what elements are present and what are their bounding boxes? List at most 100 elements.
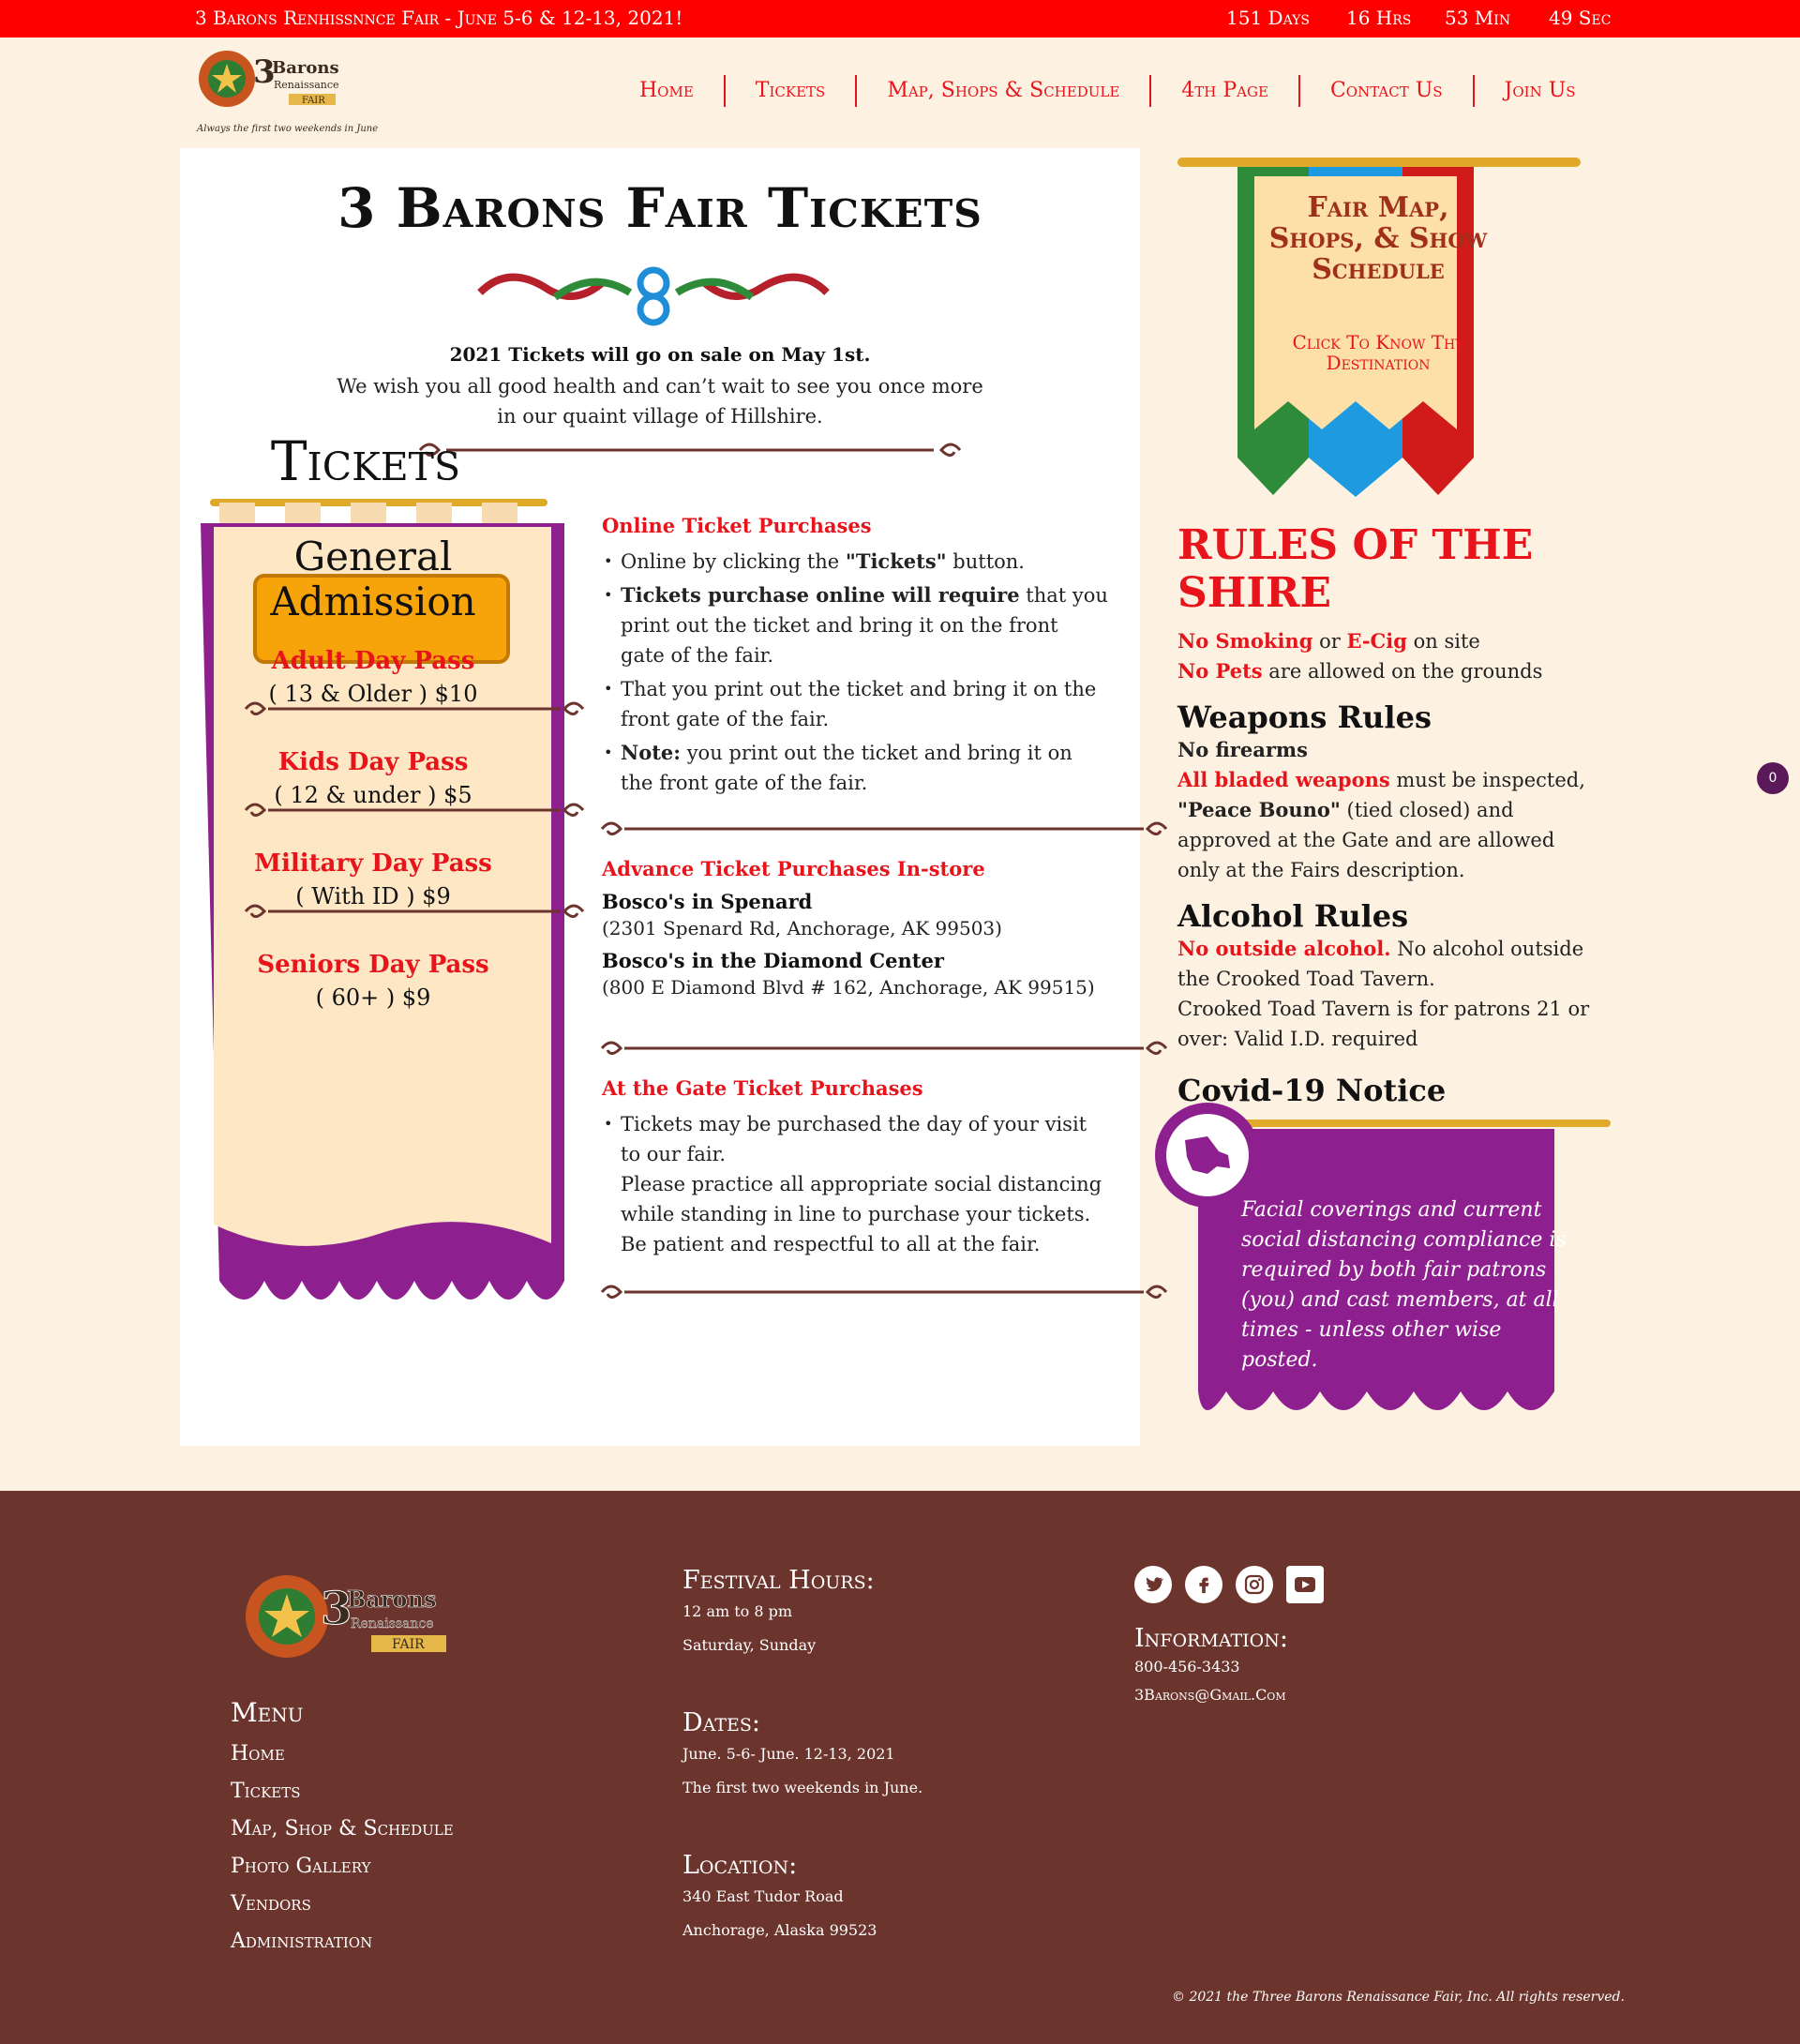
gate-section: At the Gate Ticket Purchases Tickets may…: [602, 1076, 1108, 1263]
rule-alcohol: No outside alcohol. No alcohol outside t…: [1178, 937, 1584, 990]
location-heading: Location:: [682, 1851, 798, 1880]
divider-icon: [418, 443, 962, 457]
logo-tagline: Always the first two weekends in June: [196, 124, 378, 134]
page-title: 3 Barons Fair Tickets: [338, 176, 982, 240]
svg-text:Barons: Barons: [272, 58, 339, 78]
dates-range: June. 5-6- June. 12-13, 2021: [682, 1745, 895, 1763]
pass-name: Adult Day Pass: [271, 647, 475, 675]
list-item: That you print out the ticket and bring …: [602, 674, 1108, 734]
ornament-scroll-icon: [477, 266, 830, 326]
nav-home[interactable]: Home: [609, 75, 726, 107]
advance-section: Advance Ticket Purchases In-store Bosco'…: [602, 857, 1108, 999]
email-address[interactable]: 3Barons@Gmail.Com: [1134, 1681, 1288, 1709]
copyright: © 2021 the Three Barons Renaissance Fair…: [1172, 1990, 1625, 2005]
cart-count-badge[interactable]: 0: [1757, 762, 1789, 794]
online-heading: Online Ticket Purchases: [602, 514, 872, 537]
footer-menu-heading: Menu: [231, 1697, 304, 1728]
countdown-title: 3 Barons Renhissnnce Fair - June 5-6 & 1…: [195, 7, 683, 29]
footer-link-admin[interactable]: Administration: [231, 1923, 454, 1961]
svg-text:FAIR: FAIR: [302, 96, 325, 106]
store-address: (2301 Spenard Rd, Anchorage, AK 99503): [602, 917, 1002, 939]
location-street: 340 East Tudor Road: [682, 1887, 844, 1905]
pass-price: ( 60+ ) $9: [315, 984, 431, 1011]
sale-notice: 2021 Tickets will go on sale on May 1st.: [449, 343, 871, 366]
svg-text:Renaissance: Renaissance: [274, 79, 339, 91]
divider-icon: [244, 701, 585, 715]
festival-location: Location: 340 East Tudor Road Anchorage,…: [682, 1851, 877, 1947]
main-nav: Home Tickets Map, Shops & Schedule 4th P…: [609, 75, 1606, 107]
rule-smoking: No Smoking or E-Cig on site: [1178, 629, 1480, 653]
location-city: Anchorage, Alaska 99523: [682, 1921, 878, 1939]
alcohol-heading: Alcohol Rules: [1178, 898, 1409, 934]
store-name: Bosco's in the Diamond Center: [602, 949, 944, 972]
rules-section: RULES OF THE SHIRE No Smoking or E-Cig o…: [1178, 521, 1590, 1108]
list-item: Tickets may be purchased the day of your…: [602, 1109, 1108, 1259]
main-content: 3 Barons Fair Tickets 2021 Tickets will …: [180, 148, 1168, 1446]
countdown-minutes: 53 Min: [1445, 7, 1511, 29]
footer-menu: Menu Home Tickets Map, Shop & Schedule P…: [231, 1697, 454, 1961]
footer-link-home[interactable]: Home: [231, 1736, 454, 1773]
divider-icon: [600, 1041, 1168, 1055]
rule-tavern: Crooked Toad Tavern is for patrons 21 or…: [1178, 998, 1590, 1050]
online-section: Online Ticket Purchases Online by clicki…: [602, 514, 1108, 802]
rules-heading: RULES OF THE SHIRE: [1178, 521, 1534, 617]
footer: 3 Barons Renaissance FAIR Menu Home Tick…: [0, 1491, 1800, 2044]
list-item: Online by clicking the "Tickets" button.: [602, 547, 1108, 577]
map-flag-cta[interactable]: Click To Know Thy Destination: [1261, 332, 1495, 373]
twitter-icon[interactable]: [1134, 1566, 1172, 1603]
top-bar: 3 Barons Renhissnnce Fair - June 5-6 & 1…: [0, 0, 1800, 38]
footer-logo[interactable]: 3 Barons Renaissance FAIR: [231, 1562, 474, 1675]
info-heading: Information:: [1134, 1624, 1288, 1653]
svg-text:Renaissance: Renaissance: [351, 1616, 434, 1631]
countdown-seconds: 49 Sec: [1549, 7, 1612, 29]
gate-heading: At the Gate Ticket Purchases: [602, 1076, 923, 1100]
hours-days: Saturday, Sunday: [682, 1636, 817, 1654]
footer-link-tickets[interactable]: Tickets: [231, 1773, 454, 1811]
store-address: (800 E Diamond Blvd # 162, Anchorage, AK…: [602, 976, 1095, 999]
advance-heading: Advance Ticket Purchases In-store: [602, 857, 985, 880]
nav-contact-us[interactable]: Contact Us: [1300, 75, 1475, 107]
dates-note: The first two weekends in June.: [682, 1779, 923, 1796]
footer-link-gallery[interactable]: Photo Gallery: [231, 1848, 454, 1886]
festival-dates: Dates: June. 5-6- June. 12-13, 2021 The …: [682, 1708, 922, 1805]
contact-information: Information: 800-456-3433 3Barons@Gmail.…: [1134, 1624, 1288, 1709]
countdown-hours: 16 Hrs: [1346, 7, 1412, 29]
social-links: [1134, 1566, 1324, 1603]
weapons-heading: Weapons Rules: [1178, 699, 1432, 735]
svg-text:FAIR: FAIR: [392, 1637, 425, 1652]
covid-notice-text: Facial coverings and current social dist…: [1241, 1198, 1567, 1372]
pass-name: Kids Day Pass: [278, 748, 469, 776]
nav-tickets[interactable]: Tickets: [726, 75, 858, 107]
countdown-days: 151 Days: [1226, 7, 1310, 29]
pass-seniors: Seniors Day Pass ( 60+ ) $9: [242, 951, 504, 1011]
divider-icon: [600, 821, 1168, 835]
list-item: Note: you print out the ticket and bring…: [602, 738, 1108, 798]
rule-bladed-weapons: All bladed weapons must be inspected, "P…: [1178, 768, 1585, 881]
nav-join-us[interactable]: Join Us: [1475, 75, 1606, 107]
nav-4th-page[interactable]: 4th Page: [1151, 75, 1300, 107]
footer-link-map[interactable]: Map, Shop & Schedule: [231, 1811, 454, 1848]
store-name: Bosco's in Spenard: [602, 890, 813, 913]
pass-name: Seniors Day Pass: [257, 951, 489, 979]
phone-number[interactable]: 800-456-3433: [1134, 1653, 1288, 1681]
divider-icon: [600, 1285, 1168, 1299]
footer-link-vendors[interactable]: Vendors: [231, 1886, 454, 1923]
hours-time: 12 am to 8 pm: [682, 1602, 793, 1620]
youtube-icon[interactable]: [1286, 1566, 1324, 1603]
festival-hours: Festival Hours: 12 am to 8 pm Saturday, …: [682, 1566, 875, 1662]
svg-text:Barons: Barons: [347, 1586, 436, 1613]
instagram-icon[interactable]: [1236, 1566, 1273, 1603]
hours-heading: Festival Hours:: [682, 1566, 875, 1595]
facebook-icon[interactable]: [1185, 1566, 1222, 1603]
nav-map-shops-schedule[interactable]: Map, Shops & Schedule: [857, 75, 1152, 107]
divider-icon: [244, 904, 585, 918]
pass-name: Military Day Pass: [254, 849, 492, 878]
divider-icon: [244, 803, 585, 817]
dates-heading: Dates:: [682, 1708, 760, 1737]
site-logo[interactable]: 3 Barons Renaissance FAIR Always the fir…: [195, 45, 382, 135]
list-item: Tickets purchase online will require tha…: [602, 580, 1108, 670]
tickets-badge: Tickets: [270, 429, 461, 493]
map-flag-title[interactable]: Fair Map, Shops, & Show Schedule: [1261, 192, 1495, 285]
rule-pets: No Pets are allowed on the grounds: [1178, 659, 1543, 683]
rule-firearms: No firearms: [1178, 738, 1308, 761]
